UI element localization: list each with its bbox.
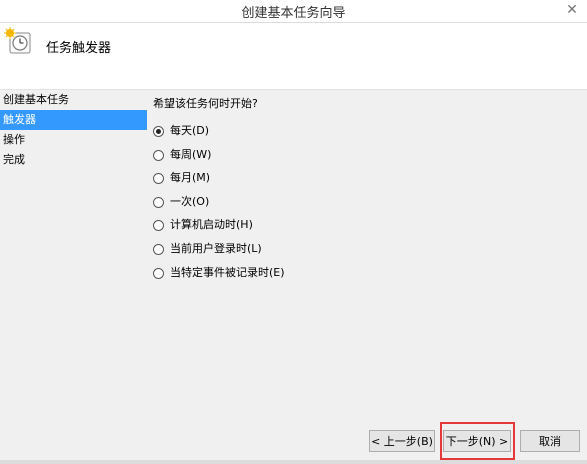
radio-button[interactable] bbox=[153, 220, 164, 232]
wizard-header: 任务触发器 bbox=[0, 23, 587, 90]
title-bar: 创建基本任务向导 ✕ bbox=[0, 0, 587, 23]
option-once[interactable]: 一次(O) bbox=[153, 192, 573, 216]
radio-button[interactable] bbox=[153, 196, 164, 208]
task-clock-icon bbox=[4, 27, 32, 55]
window-title: 创建基本任务向导 bbox=[241, 6, 346, 21]
option-label[interactable]: 每天(D) bbox=[170, 121, 209, 141]
option-label[interactable]: 当特定事件被记录时(E) bbox=[170, 263, 285, 283]
option-label[interactable]: 当前用户登录时(L) bbox=[170, 239, 262, 259]
radio-button-checked[interactable] bbox=[153, 126, 164, 137]
option-on-event[interactable]: 当特定事件被记录时(E) bbox=[153, 263, 573, 287]
option-on-logon[interactable]: 当前用户登录时(L) bbox=[153, 239, 573, 263]
radio-button[interactable] bbox=[153, 267, 164, 279]
option-daily[interactable]: 每天(D) bbox=[153, 121, 573, 145]
trigger-options-panel: 希望该任务何时开始? 每天(D) 每周(W) 每月(M) 一次(O) 计算机启动… bbox=[153, 95, 573, 286]
next-button[interactable]: 下一步(N) > bbox=[443, 430, 511, 452]
option-label[interactable]: 一次(O) bbox=[170, 192, 209, 212]
question-label: 希望该任务何时开始? bbox=[153, 97, 258, 110]
page-title: 任务触发器 bbox=[46, 41, 112, 56]
sidebar-item-create-task[interactable]: 创建基本任务 bbox=[0, 90, 147, 110]
close-icon[interactable]: ✕ bbox=[559, 1, 585, 19]
cancel-button[interactable]: 取消 bbox=[520, 430, 580, 452]
radio-button[interactable] bbox=[153, 243, 164, 255]
option-monthly[interactable]: 每月(M) bbox=[153, 168, 573, 192]
option-on-startup[interactable]: 计算机启动时(H) bbox=[153, 215, 573, 239]
wizard-steps-sidebar: 创建基本任务 触发器 操作 完成 bbox=[0, 90, 147, 430]
option-label[interactable]: 每周(W) bbox=[170, 145, 211, 165]
option-weekly[interactable]: 每周(W) bbox=[153, 145, 573, 169]
back-button[interactable]: < 上一步(B) bbox=[369, 430, 435, 452]
radio-button[interactable] bbox=[153, 173, 164, 185]
radio-button[interactable] bbox=[153, 149, 164, 161]
option-label[interactable]: 每月(M) bbox=[170, 168, 210, 188]
option-label[interactable]: 计算机启动时(H) bbox=[170, 215, 253, 235]
sidebar-item-trigger[interactable]: 触发器 bbox=[0, 110, 147, 130]
sidebar-item-finish[interactable]: 完成 bbox=[0, 150, 147, 170]
sidebar-item-action[interactable]: 操作 bbox=[0, 130, 147, 150]
bottom-divider bbox=[0, 460, 587, 464]
